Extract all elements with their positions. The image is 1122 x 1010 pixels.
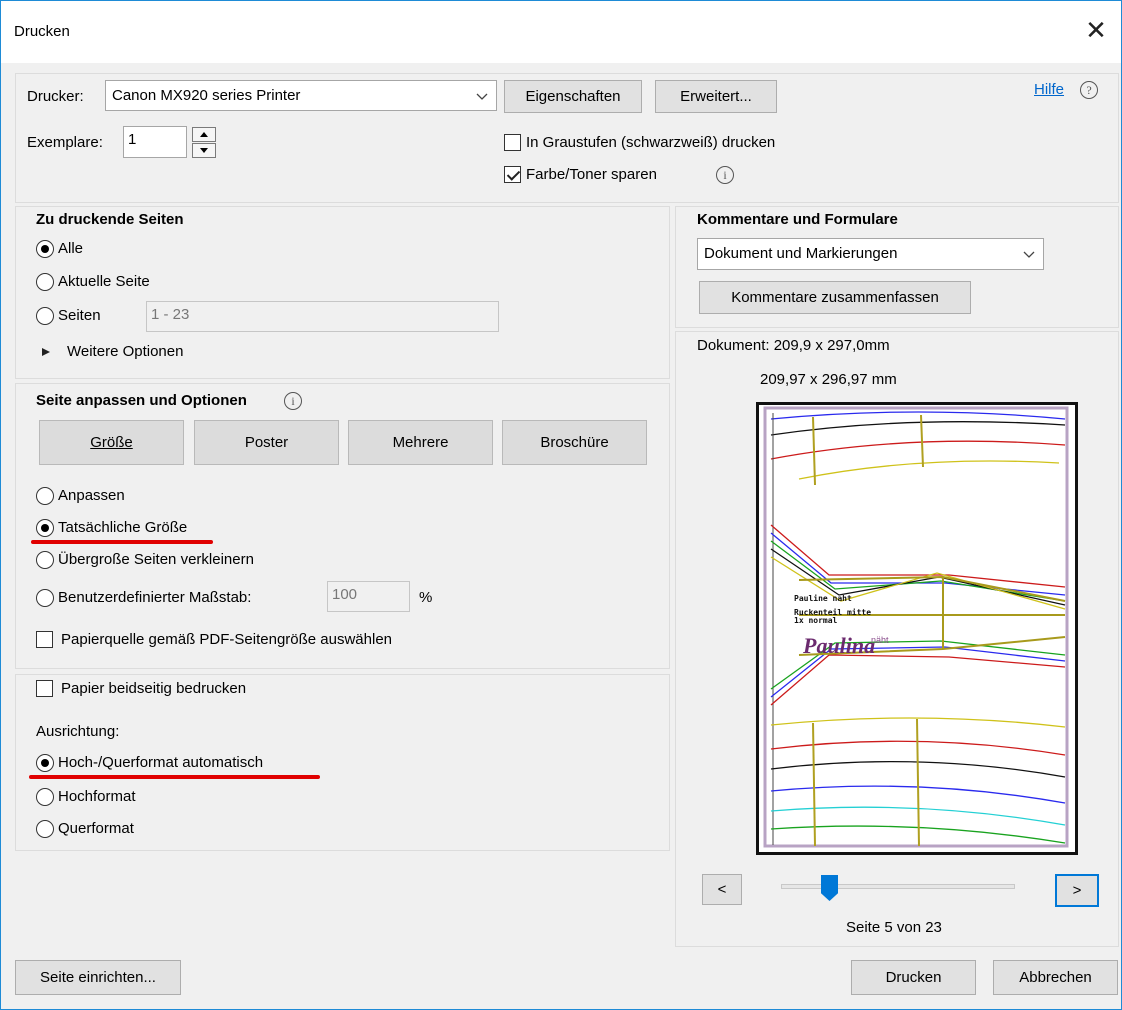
radio-pages-label: Seiten — [58, 307, 101, 324]
page-range-value: 1 - 23 — [151, 306, 190, 323]
logo-text: Paulina — [802, 633, 875, 658]
radio-actual-size[interactable] — [36, 519, 54, 537]
document-size: Dokument: 209,9 x 297,0mm — [697, 337, 890, 354]
summarize-comments-button[interactable]: Kommentare zusammenfassen — [699, 281, 971, 314]
title-bar: Drucken ✕ — [1, 1, 1121, 63]
page-size: 209,97 x 296,97 mm — [760, 371, 897, 388]
radio-fit[interactable] — [36, 487, 54, 505]
radio-portrait[interactable] — [36, 788, 54, 806]
comments-select[interactable]: Dokument und Markierungen — [697, 238, 1044, 270]
scale-value: 100 — [332, 586, 358, 603]
properties-button[interactable]: Eigenschaften — [504, 80, 642, 113]
print-button[interactable]: Drucken — [851, 960, 976, 995]
chevron-down-icon — [1023, 251, 1035, 258]
comments-heading: Kommentare und Formulare — [697, 211, 898, 228]
page-text: Pauline naht — [794, 593, 852, 603]
triangle-down-icon — [200, 148, 208, 153]
orientation-heading: Ausrichtung: — [36, 723, 120, 740]
chevron-down-icon — [476, 93, 488, 100]
scale-unit: % — [419, 589, 433, 606]
pattern-preview-image: Pauline naht Ruckenteil mitte 1x normal … — [759, 405, 1075, 852]
page-text: 1x normal — [794, 616, 838, 625]
cancel-button[interactable]: Abbrechen — [993, 960, 1118, 995]
info-icon[interactable]: i — [284, 392, 302, 410]
tab-multiple[interactable]: Mehrere — [348, 420, 493, 465]
radio-actual-size-label: Tatsächliche Größe — [58, 519, 188, 536]
page-preview: Pauline naht Ruckenteil mitte 1x normal … — [756, 402, 1078, 855]
radio-auto-orientation[interactable] — [36, 754, 54, 772]
radio-all-label: Alle — [58, 240, 84, 257]
printer-select-value: Canon MX920 series Printer — [112, 87, 301, 104]
grayscale-checkbox[interactable] — [504, 134, 521, 151]
tab-size[interactable]: Größe — [39, 420, 184, 465]
radio-custom-scale-label: Benutzerdefinierter Maßstab: — [58, 589, 252, 606]
save-toner-checkbox[interactable] — [504, 166, 521, 183]
duplex-label: Papier beidseitig bedrucken — [61, 680, 247, 697]
fit-heading: Seite anpassen und Optionen — [36, 392, 247, 409]
pages-heading: Zu druckende Seiten — [36, 211, 184, 228]
slider-thumb[interactable] — [821, 875, 838, 901]
radio-auto-orientation-label: Hoch-/Querformat automatisch — [58, 754, 264, 771]
paper-source-checkbox[interactable] — [36, 631, 53, 648]
slider-track — [781, 884, 1015, 889]
next-page-button[interactable]: > — [1055, 874, 1099, 907]
copies-stepper[interactable] — [192, 127, 216, 158]
logo-suffix: näht — [871, 635, 889, 645]
stepper-down-button[interactable] — [192, 143, 216, 158]
save-toner-label: Farbe/Toner sparen — [526, 166, 657, 183]
tab-size-label: Größe — [90, 434, 133, 451]
copies-value: 1 — [128, 131, 137, 148]
radio-portrait-label: Hochformat — [58, 788, 136, 805]
help-icon[interactable]: ? — [1080, 81, 1098, 99]
info-icon[interactable]: i — [716, 166, 734, 184]
copies-label: Exemplare: — [27, 134, 103, 151]
dialog-title: Drucken — [14, 23, 70, 40]
printer-label: Drucker: — [27, 88, 84, 105]
scale-input[interactable]: 100 — [327, 581, 410, 612]
red-underline-mark — [31, 540, 213, 544]
page-indicator: Seite 5 von 23 — [846, 919, 942, 936]
radio-all[interactable] — [36, 240, 54, 258]
radio-landscape-label: Querformat — [58, 820, 134, 837]
grayscale-label: In Graustufen (schwarzweiß) drucken — [526, 134, 776, 151]
radio-current-page[interactable] — [36, 273, 54, 291]
radio-current-page-label: Aktuelle Seite — [58, 273, 150, 290]
more-options-toggle[interactable]: Weitere Optionen — [67, 343, 183, 360]
print-dialog: Drucken ✕ Drucker: Canon MX920 series Pr… — [0, 0, 1122, 1010]
radio-fit-label: Anpassen — [58, 487, 125, 504]
radio-landscape[interactable] — [36, 820, 54, 838]
printer-select[interactable]: Canon MX920 series Printer — [105, 80, 497, 111]
red-underline-mark — [29, 775, 320, 779]
page-slider[interactable] — [781, 875, 1015, 906]
radio-shrink-oversized[interactable] — [36, 551, 54, 569]
radio-pages[interactable] — [36, 307, 54, 325]
comments-select-value: Dokument und Markierungen — [704, 245, 898, 262]
stepper-up-button[interactable] — [192, 127, 216, 142]
duplex-checkbox[interactable] — [36, 680, 53, 697]
tab-booklet[interactable]: Broschüre — [502, 420, 647, 465]
prev-page-button[interactable]: < — [702, 874, 742, 905]
page-setup-button[interactable]: Seite einrichten... — [15, 960, 181, 995]
radio-custom-scale[interactable] — [36, 589, 54, 607]
paper-source-label: Papierquelle gemäß PDF-Seitengröße auswä… — [61, 631, 393, 648]
page-range-input[interactable]: 1 - 23 — [146, 301, 499, 332]
advanced-button[interactable]: Erweitert... — [655, 80, 777, 113]
help-link[interactable]: Hilfe — [1034, 81, 1064, 98]
triangle-up-icon — [200, 132, 208, 137]
copies-input[interactable]: 1 — [123, 126, 187, 158]
close-icon[interactable]: ✕ — [1077, 11, 1115, 49]
tab-poster[interactable]: Poster — [194, 420, 339, 465]
radio-shrink-oversized-label: Übergroße Seiten verkleinern — [58, 551, 254, 568]
triangle-right-icon[interactable] — [41, 347, 51, 357]
